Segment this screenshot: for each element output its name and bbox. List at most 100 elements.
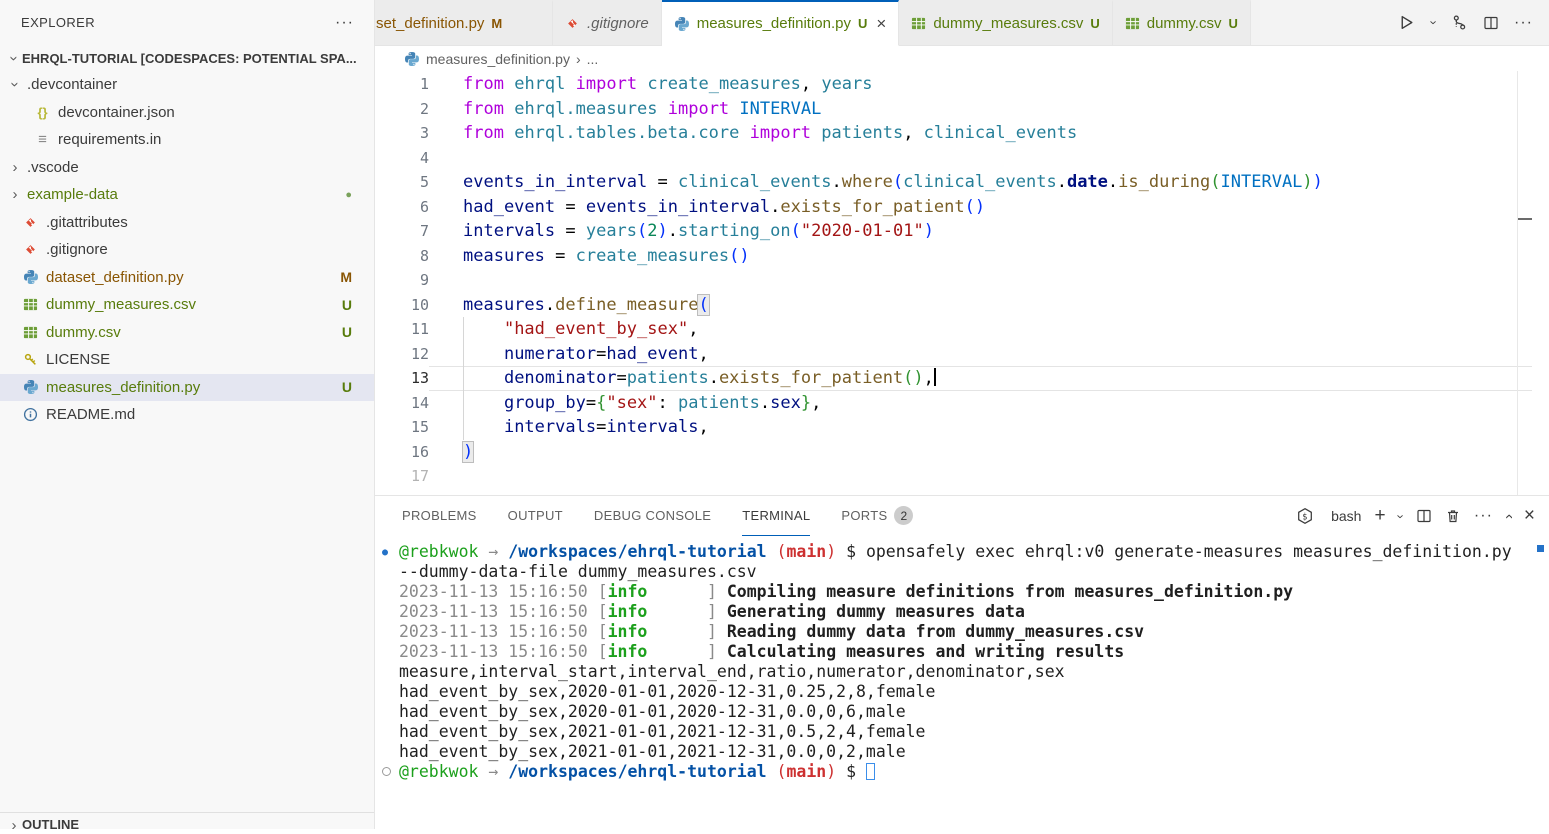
line-number: 1	[375, 72, 429, 97]
code-line-3[interactable]: 3from ehrql.tables.beta.core import pati…	[375, 121, 1532, 146]
key-icon	[22, 352, 39, 367]
sidebar-item-license[interactable]: LICENSE	[0, 346, 374, 374]
line-number: 6	[375, 195, 429, 220]
file-label: .gitignore	[46, 241, 108, 258]
panel-tabs: PROBLEMS OUTPUT DEBUG CONSOLE TERMINAL PORTS…	[402, 496, 913, 536]
git-status-badge: U	[342, 297, 352, 313]
code-editor[interactable]: 1from ehrql import create_measures, year…	[375, 71, 1549, 495]
chevron-right-icon: ›	[7, 186, 23, 203]
line-number: 9	[375, 268, 429, 293]
code-line-17[interactable]: 17	[375, 464, 1532, 489]
sidebar-item--gitattributes[interactable]: .gitattributes	[0, 209, 374, 237]
file-label: dummy_measures.csv	[46, 296, 196, 313]
code-line-12[interactable]: 12 numerator=had_event,	[375, 342, 1532, 367]
csv-icon	[1125, 16, 1140, 31]
code-line-6[interactable]: 6had_event = events_in_interval.exists_f…	[375, 195, 1532, 220]
sidebar-item-dataset-definition-py[interactable]: dataset_definition.pyM	[0, 264, 374, 292]
code-line-4[interactable]: 4	[375, 146, 1532, 171]
split-terminal-icon[interactable]	[1416, 508, 1432, 524]
python-icon	[22, 269, 39, 285]
explorer-more-icon[interactable]: ···	[335, 18, 354, 28]
code-line-7[interactable]: 7intervals = years(2).starting_on("2020-…	[375, 219, 1532, 244]
code-line-16[interactable]: 16)	[375, 440, 1532, 465]
code-line-2[interactable]: 2from ehrql.measures import INTERVAL	[375, 97, 1532, 122]
terminal-toolbar: $ bash + › ··· › ×	[1296, 505, 1535, 527]
run-button-icon[interactable]	[1398, 14, 1415, 31]
terminal-line-11: had_event_by_sex,2021-01-01,2021-12-31,0…	[399, 742, 1549, 762]
code-text: measures.define_measure(	[429, 293, 1532, 318]
panel-tab-problems[interactable]: PROBLEMS	[402, 496, 477, 536]
tab--gitignore[interactable]: .gitignore	[553, 0, 662, 46]
more-actions-icon[interactable]: ···	[1514, 18, 1533, 28]
sidebar-item-readme-md[interactable]: README.md	[0, 401, 374, 429]
panel-tab-debug-console[interactable]: DEBUG CONSOLE	[594, 496, 711, 536]
code-text: from ehrql.tables.beta.core import patie…	[429, 121, 1532, 146]
terminal-output[interactable]: ●@rebkwok → /workspaces/ehrql-tutorial (…	[375, 542, 1549, 829]
line-number: 3	[375, 121, 429, 146]
sidebar-item-measures-definition-py[interactable]: measures_definition.pyU	[0, 374, 374, 402]
tab-measures-definition-py[interactable]: measures_definition.pyU×	[662, 0, 900, 46]
command-executed-icon[interactable]: ●	[382, 543, 388, 563]
git-status-badge: M	[340, 269, 352, 285]
tab-label: dummy.csv	[1147, 15, 1222, 32]
sidebar-item-requirements-in[interactable]: ≡requirements.in	[0, 126, 374, 154]
breadcrumb[interactable]: measures_definition.py › ...	[375, 46, 1549, 71]
new-terminal-button[interactable]: +	[1374, 505, 1385, 527]
sidebar-item--gitignore[interactable]: .gitignore	[0, 236, 374, 264]
close-tab-icon[interactable]: ×	[876, 17, 886, 31]
line-number: 11	[375, 317, 429, 342]
tab-dummy-csv[interactable]: dummy.csvU	[1113, 0, 1251, 46]
split-editor-icon[interactable]	[1483, 15, 1499, 31]
sidebar-item-devcontainer-json[interactable]: {}devcontainer.json	[0, 99, 374, 127]
code-line-9[interactable]: 9	[375, 268, 1532, 293]
code-text: denominator=patients.exists_for_patient(…	[429, 366, 1532, 391]
git-icon	[22, 215, 39, 230]
terminal-line-5: 2023-11-13 15:16:50 [info ] Reading dumm…	[399, 622, 1549, 642]
tab-set-definition-py[interactable]: set_definition.pyM	[375, 0, 553, 46]
workspace-root-row[interactable]: › EHRQL-TUTORIAL [CODESPACES: POTENTIAL …	[0, 45, 374, 71]
overview-cursor-mark	[1518, 218, 1532, 220]
sidebar-item-example-data[interactable]: ›example-data●	[0, 181, 374, 209]
close-panel-icon[interactable]: ×	[1524, 505, 1535, 527]
outline-section[interactable]: › OUTLINE	[0, 812, 374, 829]
code-line-15[interactable]: 15 intervals=intervals,	[375, 415, 1532, 440]
panel-tab-output[interactable]: OUTPUT	[508, 496, 563, 536]
bottom-panel: PROBLEMS OUTPUT DEBUG CONSOLE TERMINAL PORTS…	[375, 495, 1549, 829]
sidebar-item--vscode[interactable]: ›.vscode	[0, 154, 374, 182]
code-text: group_by={"sex": patients.sex},	[429, 391, 1532, 416]
python-file-icon	[404, 51, 420, 67]
breadcrumb-more[interactable]: ...	[587, 51, 599, 67]
tab-label: .gitignore	[587, 15, 649, 32]
source-control-graph-icon[interactable]	[1451, 14, 1468, 31]
text-cursor	[934, 368, 936, 386]
kill-terminal-icon[interactable]	[1445, 508, 1461, 524]
sidebar-item-dummy-csv[interactable]: dummy.csvU	[0, 319, 374, 347]
breadcrumb-file[interactable]: measures_definition.py	[426, 51, 570, 67]
maximize-panel-icon[interactable]: ›	[1500, 514, 1517, 519]
ports-count-badge: 2	[894, 506, 913, 525]
code-line-11[interactable]: 11 "had_event_by_sex",	[375, 317, 1532, 342]
outline-label: OUTLINE	[22, 817, 79, 832]
code-line-8[interactable]: 8measures = create_measures()	[375, 244, 1532, 269]
line-number: 5	[375, 170, 429, 195]
code-lines[interactable]: 1from ehrql import create_measures, year…	[375, 72, 1532, 489]
panel-tab-terminal[interactable]: TERMINAL	[742, 496, 810, 536]
panel-more-icon[interactable]: ···	[1474, 511, 1493, 521]
sidebar-item--devcontainer[interactable]: ›.devcontainer	[0, 71, 374, 99]
code-line-1[interactable]: 1from ehrql import create_measures, year…	[375, 72, 1532, 97]
tab-label: set_definition.py	[376, 15, 484, 32]
terminal-profile-dropdown-icon[interactable]: ›	[1393, 514, 1408, 518]
tab-dummy-measures-csv[interactable]: dummy_measures.csvU	[899, 0, 1112, 46]
code-line-13[interactable]: 13 denominator=patients.exists_for_patie…	[375, 366, 1532, 391]
code-line-14[interactable]: 14 group_by={"sex": patients.sex},	[375, 391, 1532, 416]
run-dropdown-icon[interactable]: ›	[1430, 15, 1436, 30]
panel-tab-ports[interactable]: PORTS2	[841, 496, 913, 536]
panel-tab-label: TERMINAL	[742, 508, 810, 523]
command-prompt-icon[interactable]	[382, 767, 391, 776]
csv-icon	[22, 297, 39, 312]
tab-label: measures_definition.py	[697, 15, 851, 32]
code-line-10[interactable]: 10measures.define_measure(	[375, 293, 1532, 318]
sidebar-item-dummy-measures-csv[interactable]: dummy_measures.csv U	[0, 291, 374, 319]
overview-ruler[interactable]	[1517, 71, 1533, 495]
code-line-5[interactable]: 5events_in_interval = clinical_events.wh…	[375, 170, 1532, 195]
